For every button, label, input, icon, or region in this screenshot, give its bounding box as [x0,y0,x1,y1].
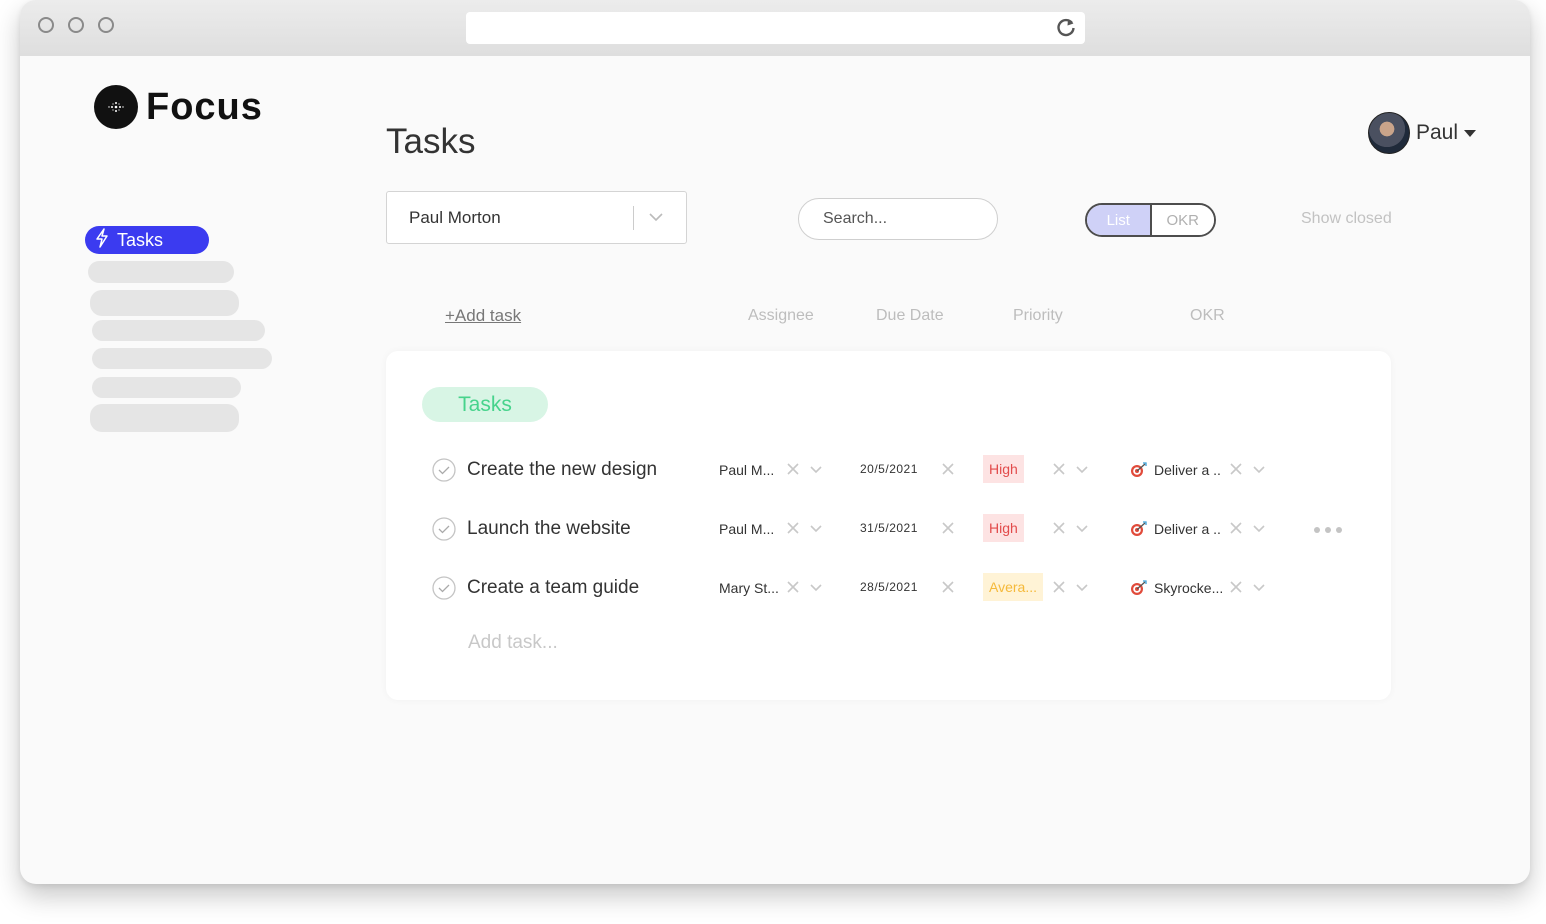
clear-assignee-icon[interactable] [786,521,800,540]
sidebar-placeholder [92,320,265,341]
sidebar-placeholder [92,348,272,369]
task-okr[interactable]: Deliver a .. [1154,462,1221,478]
task-group-label[interactable]: Tasks [422,387,548,422]
task-group-card: Tasks Create the new design Paul M... 20… [386,351,1391,700]
user-name: Paul [1416,121,1459,144]
clear-okr-icon[interactable] [1229,462,1243,481]
check-circle-icon[interactable] [432,576,456,605]
lightning-icon [95,227,109,253]
priority-badge[interactable]: High [983,514,1024,542]
clear-due-date-icon[interactable] [941,462,955,481]
column-header-due-date: Due Date [876,307,944,324]
user-menu[interactable]: Paul [1368,112,1477,154]
table-row[interactable]: Create a team guide Mary St... 28/5/2021… [386,568,1391,608]
sidebar-placeholder [90,404,239,432]
task-name[interactable]: Launch the website [467,518,631,540]
chevron-down-icon[interactable] [809,522,823,540]
app-logo[interactable]: Focus [94,85,263,129]
focus-logo-icon [94,85,138,129]
caret-down-icon [1464,129,1477,137]
clear-due-date-icon[interactable] [941,521,955,540]
window-zoom-dot[interactable] [98,17,114,33]
task-assignee[interactable]: Mary St... [719,580,779,596]
column-header-priority: Priority [1013,307,1063,324]
sidebar-placeholder [92,377,241,398]
clear-due-date-icon[interactable] [941,580,955,599]
browser-window: Focus Tasks Tasks Paul Paul Morton List … [20,0,1530,884]
clear-assignee-icon[interactable] [786,462,800,481]
clear-okr-icon[interactable] [1229,521,1243,540]
table-row[interactable]: Create the new design Paul M... 20/5/202… [386,450,1391,490]
avatar [1368,112,1410,154]
chevron-down-icon[interactable] [1252,522,1266,540]
column-header-okr: OKR [1190,307,1225,324]
more-options-icon[interactable] [1314,527,1347,533]
chevron-down-icon[interactable] [1075,522,1089,540]
sidebar-placeholder [90,290,239,316]
task-name[interactable]: Create a team guide [467,577,639,599]
search-input[interactable] [798,198,998,240]
app-name: Focus [146,85,263,128]
task-due-date[interactable]: 20/5/2021 [860,462,918,476]
view-toggle-list[interactable]: List [1087,205,1150,235]
chevron-down-icon[interactable] [1075,581,1089,599]
page-title: Tasks [386,122,476,161]
clear-priority-icon[interactable] [1052,521,1066,540]
chevron-down-icon[interactable] [809,463,823,481]
sidebar-item-tasks[interactable]: Tasks [85,226,209,254]
chevron-down-icon[interactable] [1252,581,1266,599]
task-due-date[interactable]: 31/5/2021 [860,521,918,535]
clear-priority-icon[interactable] [1052,580,1066,599]
task-assignee[interactable]: Paul M... [719,462,774,478]
address-bar[interactable] [466,12,1085,44]
target-icon [1130,462,1148,483]
add-task-link[interactable]: +Add task [445,306,521,326]
clear-okr-icon[interactable] [1229,580,1243,599]
assignee-filter-value: Paul Morton [409,208,501,227]
target-icon [1130,580,1148,601]
priority-badge[interactable]: High [983,455,1024,483]
check-circle-icon[interactable] [432,458,456,487]
task-due-date[interactable]: 28/5/2021 [860,580,918,594]
chevron-down-icon[interactable] [1252,463,1266,481]
assignee-filter-select[interactable]: Paul Morton [386,191,687,244]
view-toggle[interactable]: List OKR [1085,203,1216,237]
sidebar-item-label: Tasks [117,229,164,250]
column-header-assignee: Assignee [748,307,814,324]
chevron-down-icon[interactable] [809,581,823,599]
chevron-down-icon[interactable] [1075,463,1089,481]
task-assignee[interactable]: Paul M... [719,521,774,537]
browser-titlebar [20,0,1530,56]
select-divider [633,206,634,230]
window-minimize-dot[interactable] [68,17,84,33]
table-row[interactable]: Launch the website Paul M... 31/5/2021 H… [386,509,1391,549]
show-closed-link[interactable]: Show closed [1301,210,1392,228]
check-circle-icon[interactable] [432,517,456,546]
view-toggle-okr[interactable]: OKR [1149,205,1214,235]
task-name[interactable]: Create the new design [467,459,657,481]
priority-badge[interactable]: Avera... [983,573,1043,601]
reload-icon[interactable] [1055,17,1077,44]
target-icon [1130,521,1148,542]
sidebar-placeholder [88,261,234,283]
chevron-down-icon[interactable] [648,210,664,228]
window-close-dot[interactable] [38,17,54,33]
clear-assignee-icon[interactable] [786,580,800,599]
task-okr[interactable]: Skyrocke... [1154,580,1223,596]
clear-priority-icon[interactable] [1052,462,1066,481]
task-okr[interactable]: Deliver a .. [1154,521,1221,537]
add-task-input[interactable]: Add task... [468,632,558,654]
